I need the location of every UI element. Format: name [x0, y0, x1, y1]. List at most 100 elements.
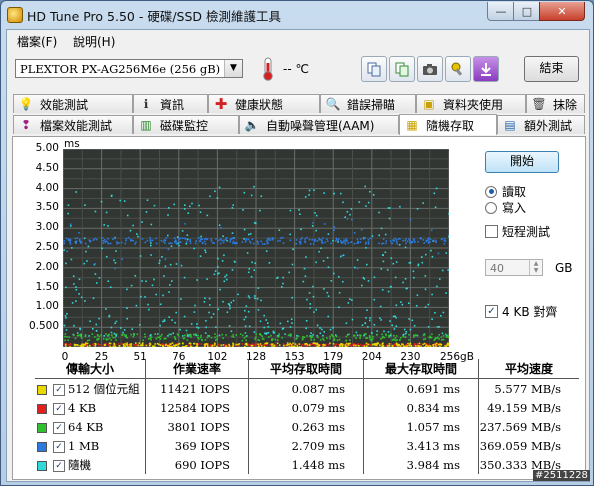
data-point: [329, 328, 332, 331]
data-point: [254, 297, 256, 300]
close-button[interactable]: ✕: [539, 2, 585, 21]
result-row: ✓ 4 KB 12584 IOPS 0.079 ms 0.834 ms 49.159 MB…: [35, 398, 579, 417]
tab-file-benchmark[interactable]: ❢ 檔案效能測試: [13, 115, 133, 134]
exit-button[interactable]: 結束: [524, 56, 579, 82]
data-point: [69, 243, 72, 245]
data-point: [396, 243, 398, 245]
tab-erase[interactable]: 🗑 抹除: [526, 94, 585, 113]
tab-label: 額外測試: [524, 118, 573, 133]
checkmark-icon[interactable]: ✓: [53, 421, 65, 434]
short-test-size-spinner[interactable]: 40 ▲ ▼: [485, 259, 543, 276]
data-point: [82, 344, 85, 346]
data-point: [137, 344, 140, 347]
data-point: [203, 240, 206, 243]
data-point: [305, 256, 307, 258]
data-point: [179, 237, 182, 240]
data-point: [124, 343, 126, 345]
data-point: [360, 343, 362, 346]
data-point: [336, 339, 339, 341]
data-point: [403, 333, 405, 336]
extra-tests-icon: ▤: [504, 118, 516, 132]
save-button[interactable]: [473, 56, 499, 82]
data-point: [289, 333, 291, 335]
tab-extra-tests[interactable]: ▤ 額外測試: [497, 115, 585, 134]
data-point: [226, 345, 229, 347]
checkmark-icon[interactable]: ✓: [53, 383, 65, 396]
tab-benchmark[interactable]: 💡 效能測試: [13, 94, 133, 113]
menu-file[interactable]: 檔案(F): [17, 33, 57, 50]
data-point: [109, 242, 112, 245]
spinner-arrows-icon[interactable]: ▲ ▼: [529, 260, 542, 275]
tab-folder-usage[interactable]: ▣ 資料夾使用: [416, 94, 526, 113]
minimize-button[interactable]: —: [487, 2, 515, 21]
data-point: [272, 338, 274, 340]
data-point: [231, 345, 234, 348]
checkmark-icon[interactable]: ✓: [53, 459, 65, 472]
tab-error-scan[interactable]: 🔍 錯誤掃瞄: [320, 94, 416, 113]
data-point: [248, 296, 251, 299]
data-point: [394, 315, 396, 317]
data-point: [112, 345, 115, 348]
data-point: [65, 262, 67, 265]
align-4kb-checkbox[interactable]: ✓ 4 KB 對齊: [485, 303, 557, 320]
result-avg-cell: 2.709 ms: [248, 436, 364, 455]
size-label: 64 KB: [68, 419, 104, 434]
data-point: [126, 317, 128, 320]
data-point: [360, 238, 362, 240]
data-point: [84, 204, 86, 206]
tab-label: 檔案效能測試: [40, 118, 113, 133]
data-point: [327, 266, 330, 268]
data-point: [382, 342, 384, 344]
screenshot-button[interactable]: [417, 56, 443, 82]
menu-help[interactable]: 說明(H): [73, 33, 115, 50]
data-point: [222, 337, 224, 339]
chevron-down-icon[interactable]: ▼: [224, 60, 242, 77]
tab-random-access[interactable]: ▦ 隨機存取: [399, 114, 497, 135]
header-avg: 平均存取時間: [248, 359, 364, 379]
data-point: [184, 334, 186, 337]
data-point: [146, 199, 149, 201]
start-button[interactable]: 開始: [485, 151, 559, 173]
data-point: [311, 225, 314, 227]
write-radio[interactable]: 寫入: [485, 199, 526, 216]
data-point: [186, 335, 189, 337]
data-point: [286, 344, 288, 346]
trash-icon: 🗑: [531, 97, 547, 111]
data-point: [254, 262, 256, 265]
data-point: [339, 344, 341, 346]
copy-button[interactable]: [361, 56, 387, 82]
data-point: [218, 343, 220, 346]
data-point: [440, 238, 443, 241]
data-point: [276, 344, 278, 347]
data-point: [445, 336, 448, 338]
drive-select[interactable]: PLEXTOR PX-AG256M6e (256 gB) ▼: [15, 59, 243, 78]
short-test-checkbox[interactable]: 短程測試: [485, 223, 550, 240]
data-point: [150, 242, 152, 244]
data-point: [386, 269, 389, 271]
data-point: [268, 262, 271, 264]
data-point: [312, 222, 314, 224]
data-point: [338, 292, 341, 294]
data-point: [228, 343, 230, 346]
data-point: [329, 335, 331, 338]
data-point: [185, 242, 188, 245]
maximize-button[interactable]: □: [513, 2, 541, 21]
data-point: [218, 239, 221, 241]
checkmark-icon[interactable]: ✓: [53, 402, 65, 415]
data-point: [78, 278, 81, 281]
read-radio[interactable]: 讀取: [485, 183, 526, 200]
tab-disk-monitor[interactable]: ▥ 磁碟監控: [133, 115, 239, 134]
data-point: [326, 256, 329, 259]
copy-all-button[interactable]: [389, 56, 415, 82]
checkmark-icon[interactable]: ✓: [53, 440, 65, 453]
tab-info[interactable]: ℹ 資訊: [133, 94, 208, 113]
tab-aam[interactable]: 🔈 自動噪聲管理(AAM): [239, 115, 399, 134]
data-point: [120, 327, 122, 329]
tab-health[interactable]: ✚ 健康狀態: [208, 94, 320, 113]
data-point: [209, 195, 211, 198]
options-button[interactable]: [445, 56, 471, 82]
data-point: [367, 239, 370, 241]
data-point: [194, 242, 197, 245]
title-bar[interactable]: HD Tune Pro 5.50 - 硬碟/SSD 檢測維護工具 — □ ✕: [1, 1, 593, 27]
data-point: [214, 190, 216, 193]
